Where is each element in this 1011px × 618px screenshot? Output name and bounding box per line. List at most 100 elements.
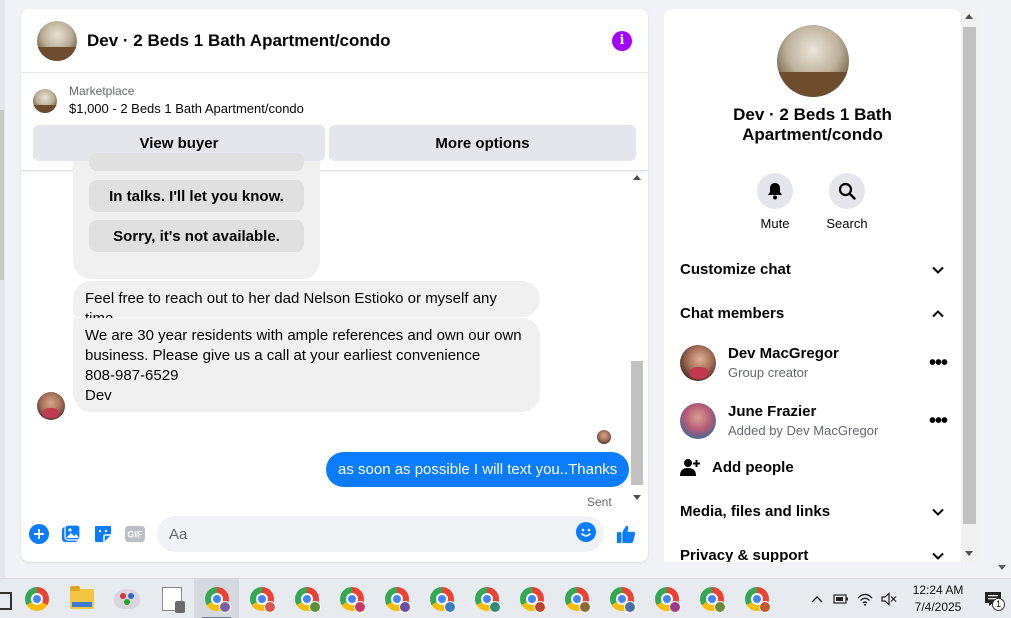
- taskbar-chrome-profile[interactable]: [374, 579, 419, 618]
- scroll-thumb[interactable]: [631, 361, 643, 485]
- scroll-up-arrow-icon[interactable]: [633, 175, 641, 180]
- avatar[interactable]: [680, 403, 716, 439]
- chrome-profile-icon: [384, 586, 411, 613]
- my-message-bubble[interactable]: as soon as possible I will text you..Tha…: [326, 452, 630, 487]
- conversation-avatar[interactable]: [777, 25, 849, 97]
- plus-icon[interactable]: [29, 524, 49, 544]
- chrome-profile-icon: [654, 586, 681, 613]
- left-scroll-thumb[interactable]: [0, 110, 4, 280]
- listing-thumbnail[interactable]: [33, 89, 57, 113]
- info-panel-scrollbar[interactable]: [961, 9, 978, 562]
- wifi-icon[interactable]: [853, 579, 877, 618]
- add-person-icon: [680, 459, 700, 476]
- battery-icon[interactable]: [829, 579, 853, 618]
- image-icon[interactable]: [61, 524, 81, 544]
- message-status: Sent: [587, 495, 612, 509]
- emoji-icon[interactable]: [576, 521, 596, 547]
- page-scroll-down-arrow-icon[interactable]: [998, 565, 1006, 570]
- conversation-info-panel: Dev · 2 Beds 1 Bath Apartment/condo Mute…: [664, 9, 961, 562]
- add-people-button[interactable]: Add people: [680, 457, 794, 477]
- chrome-icon: [24, 586, 49, 611]
- task-view-icon[interactable]: [0, 579, 14, 618]
- chat-panel: Dev · 2 Beds 1 Bath Apartment/condo i Ma…: [21, 9, 648, 562]
- taskbar-chrome[interactable]: [14, 579, 59, 618]
- taskbar-chrome-profile[interactable]: [734, 579, 779, 618]
- notification-icon[interactable]: 1: [975, 579, 1011, 618]
- taskbar-chrome-profile[interactable]: [644, 579, 689, 618]
- chevron-down-icon: [932, 508, 944, 516]
- privacy-support-section[interactable]: Privacy & support: [680, 547, 945, 562]
- taskbar-paint[interactable]: [104, 579, 149, 618]
- gif-icon[interactable]: GIF: [125, 524, 145, 544]
- scroll-thumb[interactable]: [963, 27, 976, 524]
- taskbar-chrome-profile[interactable]: [464, 579, 509, 618]
- quick-reply-in-talks[interactable]: In talks. I'll let you know.: [89, 180, 304, 212]
- quick-reply-card: In talks. I'll let you know. Sorry, it's…: [73, 153, 320, 279]
- search-label: Search: [826, 216, 868, 231]
- taskbar-chrome-profile[interactable]: [554, 579, 599, 618]
- clock-time: 12:24 AM: [912, 582, 964, 597]
- message-bubble[interactable]: Feel free to reach out to her dad Nelson…: [73, 281, 540, 327]
- chat-members-section[interactable]: Chat members: [680, 305, 945, 322]
- message-bubble[interactable]: We are 30 year residents with ample refe…: [73, 318, 540, 412]
- member-row[interactable]: Dev MacGregor Group creator •••: [680, 343, 950, 383]
- section-label: Customize chat: [680, 261, 791, 278]
- clock-date: 7/4/2025: [914, 599, 962, 614]
- scroll-down-arrow-icon[interactable]: [965, 551, 973, 556]
- info-icon[interactable]: i: [612, 30, 632, 51]
- scroll-down-arrow-icon[interactable]: [633, 495, 641, 500]
- message-input[interactable]: [169, 525, 576, 543]
- search-icon[interactable]: [829, 173, 865, 209]
- taskbar-chrome-profile[interactable]: [194, 578, 239, 618]
- quick-reply-not-available[interactable]: Sorry, it's not available.: [89, 220, 304, 252]
- quick-reply-partial[interactable]: [89, 153, 304, 171]
- add-people-label: Add people: [712, 458, 794, 476]
- chrome-profile-icon: [429, 586, 456, 613]
- taskbar-chrome-profile[interactable]: [419, 579, 464, 618]
- taskbar-chrome-profile[interactable]: [689, 579, 734, 618]
- listing-name[interactable]: $1,000 - 2 Beds 1 Bath Apartment/condo: [69, 99, 304, 119]
- taskbar-chrome-profile[interactable]: [329, 579, 374, 618]
- chrome-profile-icon: [519, 586, 546, 613]
- volume-muted-icon[interactable]: [877, 579, 901, 618]
- chrome-profile-icon: [474, 586, 501, 613]
- taskbar-file-explorer[interactable]: [59, 579, 104, 618]
- search-action[interactable]: Search: [817, 173, 877, 231]
- section-label: Privacy & support: [680, 547, 809, 562]
- system-clock[interactable]: 12:24 AM 7/4/2025: [907, 582, 969, 616]
- member-name: Dev MacGregor: [728, 345, 839, 362]
- member-row[interactable]: June Frazier Added by Dev MacGregor •••: [680, 401, 950, 441]
- member-role: Added by Dev MacGregor: [728, 423, 879, 438]
- message-scrollbar[interactable]: [630, 171, 644, 506]
- chevron-up-icon: [932, 309, 944, 317]
- thumbs-up-icon[interactable]: [616, 524, 636, 544]
- chat-title[interactable]: Dev · 2 Beds 1 Bath Apartment/condo: [87, 31, 612, 51]
- taskbar-document[interactable]: [149, 579, 194, 618]
- member-name: June Frazier: [728, 403, 817, 420]
- chat-avatar[interactable]: [37, 20, 77, 61]
- chevron-up-icon[interactable]: [805, 579, 829, 618]
- taskbar-chrome-profile[interactable]: [239, 579, 284, 618]
- more-icon[interactable]: •••: [926, 411, 950, 431]
- sender-avatar[interactable]: [37, 392, 65, 420]
- taskbar-chrome-profile[interactable]: [284, 579, 329, 618]
- read-receipt-avatar: [597, 430, 611, 444]
- left-page-scrollbar[interactable]: [0, 0, 5, 578]
- bell-icon[interactable]: [757, 173, 793, 209]
- media-files-section[interactable]: Media, files and links: [680, 503, 945, 520]
- customize-chat-section[interactable]: Customize chat: [680, 261, 945, 278]
- more-options-button[interactable]: More options: [329, 125, 636, 161]
- conversation-title: Dev · 2 Beds 1 Bath Apartment/condo: [733, 105, 892, 144]
- message-list: In talks. I'll let you know. Sorry, it's…: [21, 153, 648, 511]
- taskbar-chrome-profile[interactable]: [599, 579, 644, 618]
- mute-action[interactable]: Mute: [745, 173, 805, 231]
- sticker-icon[interactable]: [93, 524, 113, 544]
- chrome-profile-icon: [294, 586, 321, 613]
- scroll-up-arrow-icon[interactable]: [965, 14, 973, 19]
- folder-icon: [69, 585, 94, 609]
- system-tray: 12:24 AM 7/4/2025 1: [805, 579, 1011, 618]
- mute-label: Mute: [760, 216, 790, 231]
- taskbar-chrome-profile[interactable]: [509, 579, 554, 618]
- avatar[interactable]: [680, 345, 716, 381]
- more-icon[interactable]: •••: [926, 353, 950, 373]
